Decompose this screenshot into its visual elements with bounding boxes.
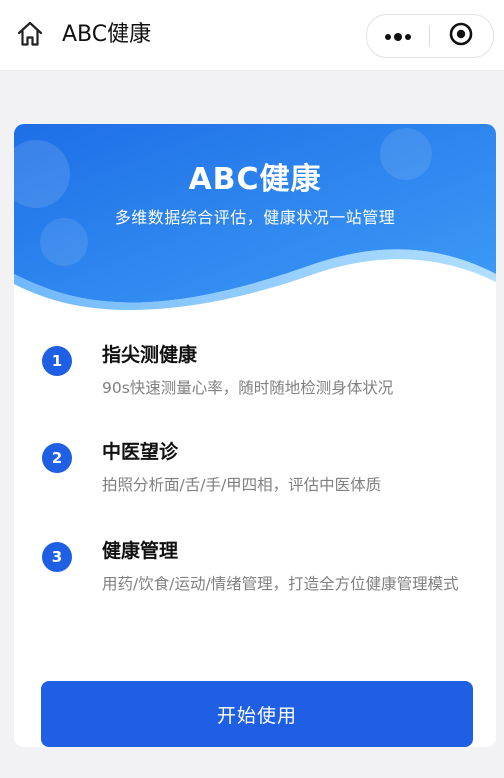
step-number-badge: 3: [42, 542, 72, 572]
feature-description: 90s快速测量心率，随时随地检测身体状况: [102, 379, 394, 397]
feature-title: 中医望诊: [102, 441, 179, 463]
close-button[interactable]: [430, 15, 492, 57]
more-button[interactable]: [367, 15, 429, 57]
top-navbar: ABC健康: [0, 0, 504, 71]
more-dots-icon: [383, 27, 413, 46]
feature-title: 健康管理: [102, 540, 179, 562]
banner-title: ABC健康: [188, 162, 322, 197]
feature-title: 指尖测健康: [102, 344, 198, 366]
start-button[interactable]: 开始使用: [41, 681, 473, 747]
feature-description: 拍照分析面/舌/手/甲四相，评估中医体质: [102, 476, 382, 494]
home-icon: [16, 20, 44, 52]
home-button[interactable]: [14, 20, 46, 52]
step-number-badge: 2: [42, 443, 72, 473]
page-title: ABC健康: [62, 22, 152, 47]
step-number-badge: 1: [42, 346, 72, 376]
mini-program-capsule: [366, 14, 494, 58]
feature-description: 用药/饮食/运动/情绪管理，打造全方位健康管理模式: [102, 575, 459, 593]
banner-subtitle: 多维数据综合评估，健康状况一站管理: [114, 208, 396, 227]
banner: ABC健康 多维数据综合评估，健康状况一站管理: [14, 124, 496, 314]
intro-card: ABC健康 多维数据综合评估，健康状况一站管理 1 指尖测健康 90s快速测量心…: [14, 124, 496, 747]
target-circle-icon: [448, 21, 474, 51]
